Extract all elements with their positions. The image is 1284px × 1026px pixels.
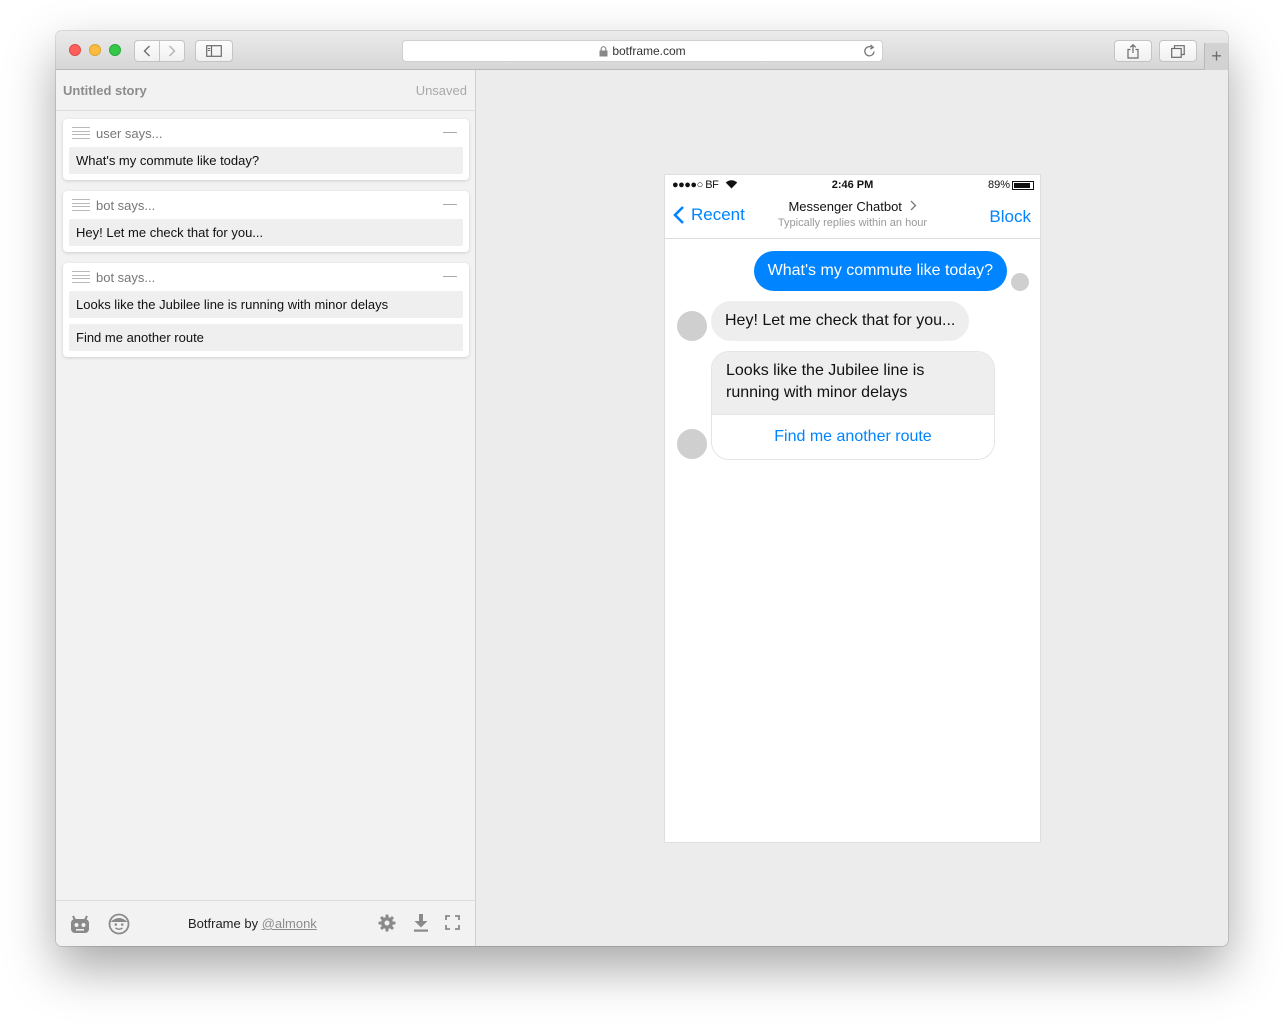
download-icon[interactable] [413, 914, 429, 932]
card-type-label: bot says... [96, 269, 156, 285]
lock-icon [599, 45, 608, 56]
back-button[interactable] [134, 40, 160, 62]
card-type-label: bot says... [96, 197, 156, 213]
battery-icon [1012, 180, 1034, 190]
messenger-nav-bar: Recent Messenger Chatbot Typically repli… [665, 195, 1040, 239]
drag-handle-icon[interactable] [72, 127, 90, 139]
new-tab-button[interactable]: + [1204, 43, 1228, 70]
reload-icon[interactable] [863, 44, 876, 58]
save-status: Unsaved [415, 82, 467, 98]
forward-button[interactable] [159, 40, 185, 62]
author-link[interactable]: @almonk [262, 916, 317, 931]
story-card-bot-buttons: bot says... Looks like the Jubilee line … [63, 263, 469, 357]
gear-icon[interactable] [378, 914, 396, 932]
card-header: bot says... [63, 263, 469, 291]
show-tabs-button[interactable] [1159, 40, 1197, 62]
editor-footer: Botframe by @almonk [56, 900, 475, 946]
message-field[interactable]: Hey! Let me check that for you... [69, 219, 463, 246]
share-button[interactable] [1114, 40, 1152, 62]
remove-card-icon[interactable] [443, 204, 457, 205]
button-field[interactable]: Find me another route [69, 324, 463, 351]
drag-handle-icon[interactable] [72, 271, 90, 283]
bot-avatar [677, 429, 707, 459]
credit-text: Botframe by @almonk [188, 916, 317, 931]
minimize-window-button[interactable] [89, 44, 101, 56]
browser-window: botframe.com + Untitled story Unsaved us… [56, 31, 1228, 946]
story-editor-panel: Untitled story Unsaved user says... What… [56, 70, 476, 946]
clock: 2:46 PM [831, 179, 874, 191]
card-type-label: user says... [96, 125, 163, 141]
bot-icon[interactable] [69, 913, 91, 935]
remove-card-icon[interactable] [443, 132, 457, 133]
fullscreen-icon[interactable] [445, 915, 460, 930]
user-message-bubble: What's my commute like today? [753, 251, 1007, 291]
user-face-icon[interactable] [108, 913, 130, 935]
remove-card-icon[interactable] [443, 276, 457, 277]
drag-handle-icon[interactable] [72, 199, 90, 211]
bot-button-card: Looks like the Jubilee line is running w… [711, 351, 995, 460]
story-card-user: user says... What's my commute like toda… [63, 119, 469, 180]
story-card-bot: bot says... Hey! Let me check that for y… [63, 191, 469, 252]
share-icon [1127, 43, 1139, 59]
battery-percent: 89% [987, 179, 1010, 191]
bot-avatar [677, 311, 707, 341]
conversation-header[interactable]: Messenger Chatbot Typically replies with… [665, 199, 1040, 229]
reply-time-subtitle: Typically replies within an hour [777, 217, 928, 229]
card-header: user says... [63, 119, 469, 147]
sidebar-icon [206, 45, 222, 57]
bot-message-bubble: Hey! Let me check that for you... [711, 301, 970, 341]
url-text: botframe.com [612, 44, 686, 58]
close-window-button[interactable] [69, 44, 81, 56]
battery: 89% [988, 179, 1034, 191]
story-header: Untitled story Unsaved [56, 70, 475, 111]
title-bar: botframe.com + [56, 31, 1228, 70]
tabs-icon [1171, 44, 1185, 58]
plus-icon: + [1211, 46, 1222, 66]
user-avatar [1011, 273, 1029, 291]
zoom-window-button[interactable] [109, 44, 121, 56]
message-field[interactable]: What's my commute like today? [69, 147, 463, 174]
phone-status-bar: ●●●●○ BF 2:46 PM 89% [665, 175, 1040, 195]
messenger-preview: ●●●●○ BF 2:46 PM 89% Recent Messenger Ch… [665, 175, 1040, 842]
story-title[interactable]: Untitled story [63, 83, 147, 98]
chevron-right-icon [910, 200, 916, 211]
card-header: bot says... [63, 191, 469, 219]
back-icon [143, 45, 150, 57]
bot-card-text: Looks like the Jubilee line is running w… [712, 352, 994, 414]
bot-name: Messenger Chatbot [665, 199, 1040, 214]
find-route-button[interactable]: Find me another route [712, 414, 994, 459]
forward-icon [169, 45, 176, 57]
sidebar-toggle-button[interactable] [195, 40, 233, 62]
block-button[interactable]: Block [989, 207, 1031, 227]
address-bar[interactable]: botframe.com [402, 40, 883, 62]
message-field[interactable]: Looks like the Jubilee line is running w… [69, 291, 463, 318]
